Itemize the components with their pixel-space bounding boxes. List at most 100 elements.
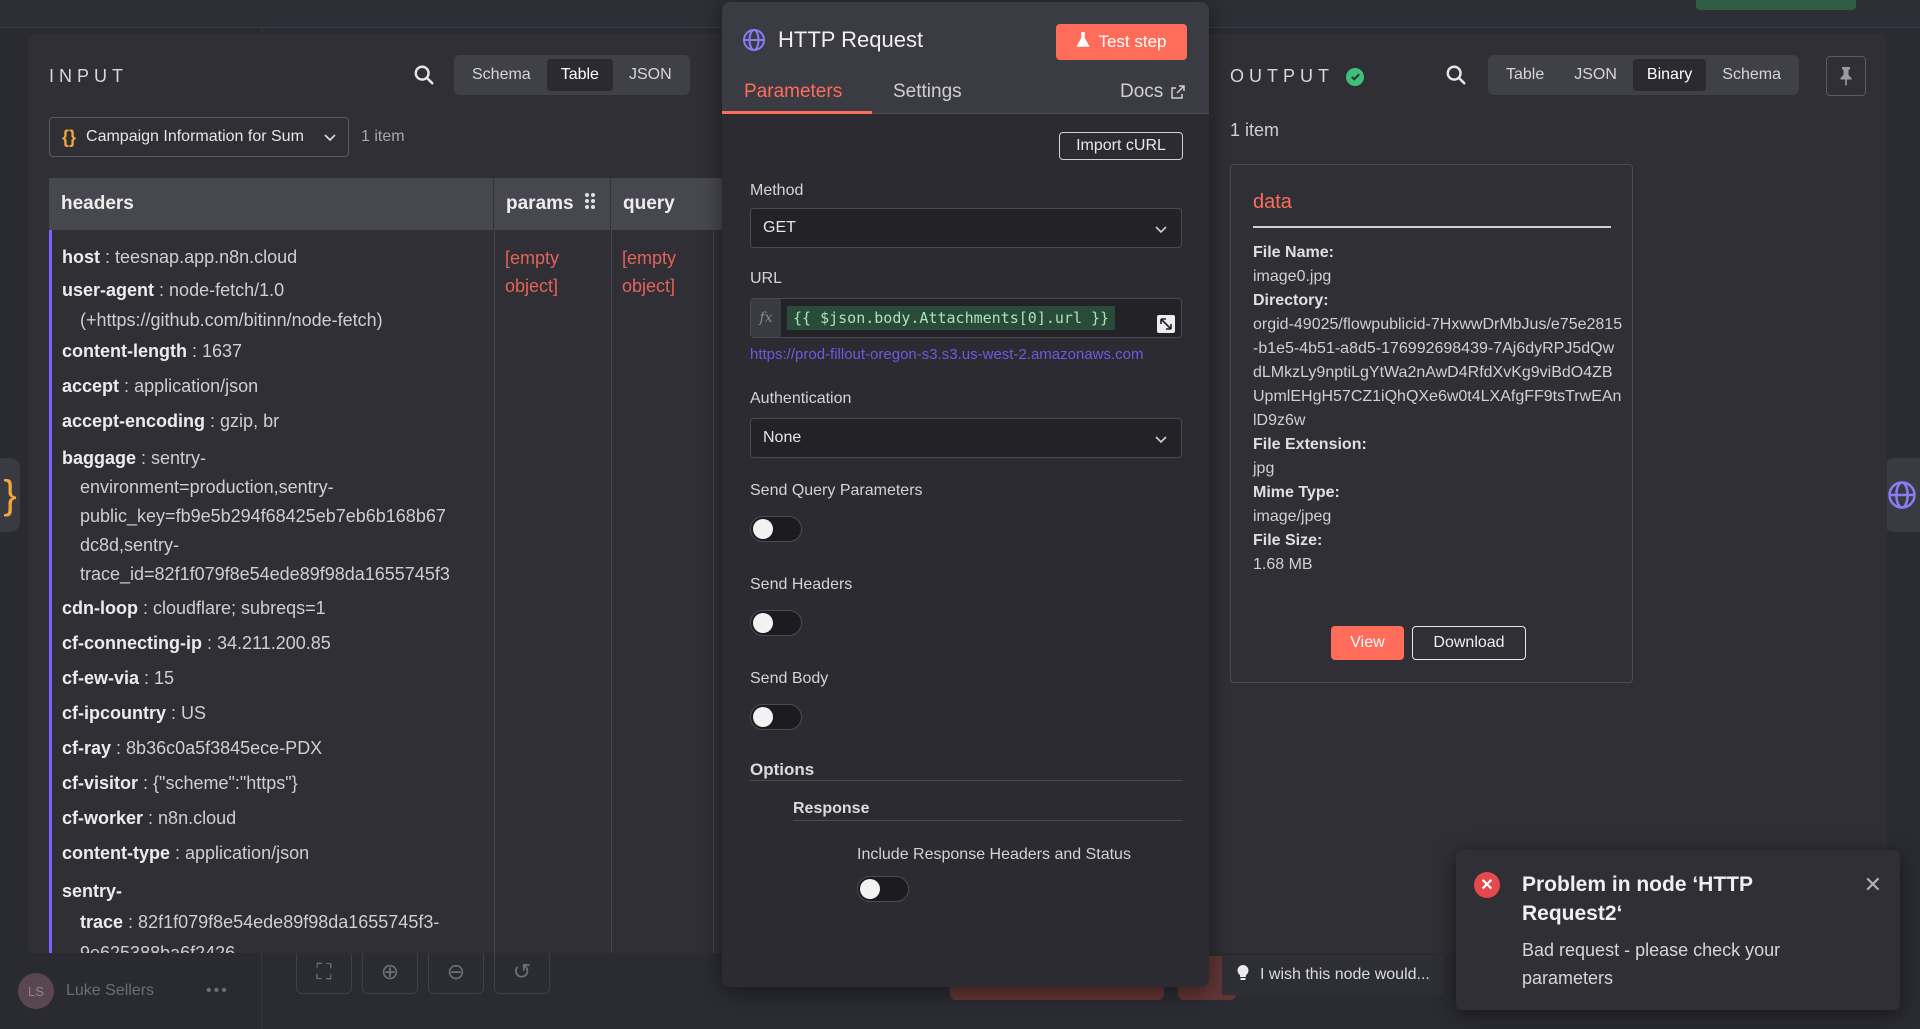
braces-icon: {} — [62, 126, 77, 147]
table-row: accept-encoding : gzip, br — [62, 411, 280, 431]
user-name: Luke Sellers — [66, 982, 155, 999]
error-icon: ✕ — [1474, 872, 1500, 898]
column-divider — [611, 230, 612, 953]
table-row: cf-connecting-ip : 34.211.200.85 — [62, 633, 331, 653]
send-body-toggle[interactable] — [750, 704, 802, 730]
tab-schema[interactable]: Schema — [1708, 59, 1795, 91]
include-headers-label: Include Response Headers and Status — [857, 846, 1131, 863]
send-query-toggle[interactable] — [750, 516, 802, 542]
download-button[interactable]: Download — [1412, 626, 1526, 660]
response-heading[interactable]: Response — [793, 800, 869, 818]
canvas-controls: ⛶ ⊕ ⊖ ↺ — [296, 950, 550, 994]
toast-message: Bad request - please check your paramete… — [1522, 940, 1781, 988]
tab-table[interactable]: Table — [1492, 59, 1558, 91]
table-row: cf-ew-via : 15 — [62, 668, 175, 688]
fit-view-icon[interactable]: ⛶ — [296, 950, 352, 994]
close-icon[interactable]: ✕ — [1864, 872, 1882, 898]
globe-icon — [743, 29, 765, 51]
output-item-count: 1 item — [1230, 120, 1280, 140]
send-headers-label: Send Headers — [750, 576, 853, 593]
tab-json[interactable]: JSON — [615, 59, 686, 91]
test-step-button[interactable]: Test step — [1056, 24, 1187, 60]
options-divider — [750, 780, 1182, 781]
table-row: cdn-loop : cloudflare; subreqs=1 — [62, 598, 326, 618]
tab-binary[interactable]: Binary — [1632, 59, 1707, 91]
chevron-down-icon — [1155, 226, 1167, 234]
node-title[interactable]: HTTP Request — [778, 27, 923, 53]
input-node-select[interactable]: {} Campaign Information for Sum — [49, 117, 349, 157]
view-button[interactable]: View — [1331, 626, 1404, 660]
table-row: accept : application/json — [62, 376, 259, 396]
method-select[interactable]: GET — [750, 208, 1182, 248]
binary-data-card: data File Name: image0.jpg Directory: orgi… — [1230, 164, 1633, 683]
more-icon[interactable]: ••• — [206, 982, 229, 1000]
error-toast: ✕ Problem in node ‘HTTP Request2‘ Bad re… — [1456, 850, 1900, 1010]
input-view-tabs: Schema Table JSON — [454, 55, 690, 95]
table-row: cf-visitor : {"scheme":"https"} — [62, 773, 298, 793]
table-row: sentry- trace : 82f1f079f8e54ede89f98da1… — [62, 881, 440, 953]
expand-icon[interactable] — [1157, 315, 1175, 333]
input-node-name: Campaign Information for Sum — [86, 128, 304, 145]
chevron-down-icon — [324, 134, 336, 142]
send-body-label: Send Body — [750, 670, 829, 687]
reset-zoom-icon[interactable]: ↺ — [494, 950, 550, 994]
save-button-bg — [1696, 0, 1856, 10]
include-headers-toggle[interactable] — [857, 876, 909, 902]
url-expression: {{ $json.body.Attachments[0].url }} — [787, 306, 1116, 330]
send-headers-toggle[interactable] — [750, 610, 802, 636]
zoom-out-icon[interactable]: ⊖ — [428, 950, 484, 994]
table-row: cf-ray : 8b36c0a5f3845ece-PDX — [62, 738, 323, 758]
column-divider — [713, 230, 714, 953]
authentication-select[interactable]: None — [750, 418, 1182, 458]
query-empty: [empty object] — [622, 248, 677, 296]
pin-icon — [1840, 67, 1852, 86]
column-headers: headers — [49, 178, 494, 230]
table-row: cf-worker : n8n.cloud — [62, 808, 237, 828]
tab-parameters[interactable]: Parameters — [744, 81, 842, 103]
user-menu[interactable]: LS Luke Sellers ••• — [18, 973, 229, 1009]
input-table-header: headers params query — [49, 178, 722, 230]
authentication-label: Authentication — [750, 390, 852, 407]
import-curl-button[interactable]: Import cURL — [1059, 132, 1183, 160]
drag-handle-icon[interactable] — [584, 192, 596, 216]
globe-node-icon[interactable] — [1884, 458, 1920, 532]
parameters-form: Import cURL Method GET URL fx {{ $json.b… — [722, 114, 1209, 987]
url-input[interactable]: fx {{ $json.body.Attachments[0].url }} — [750, 298, 1182, 338]
binary-metadata: File Name: image0.jpg Directory: orgid-490… — [1253, 244, 1623, 573]
search-icon[interactable] — [413, 64, 435, 86]
url-preview: https://prod-fillout-oregon-s3.s3.us-wes… — [750, 346, 1144, 363]
chevron-down-icon — [1155, 436, 1167, 444]
pin-data-button[interactable] — [1826, 56, 1866, 96]
title-divider — [1253, 226, 1611, 228]
tab-json[interactable]: JSON — [1560, 59, 1631, 91]
lightbulb-icon — [1236, 964, 1250, 987]
feedback-text: I wish this node would... — [1260, 966, 1430, 983]
braces-node-icon[interactable]: } — [0, 458, 20, 532]
input-table-body: [empty object] [empty object] host : teesn… — [49, 230, 722, 953]
method-label: Method — [750, 182, 804, 199]
output-title: OUTPUT — [1230, 66, 1364, 87]
options-heading: Options — [750, 760, 815, 779]
zoom-in-icon[interactable]: ⊕ — [362, 950, 418, 994]
success-check-icon — [1346, 67, 1364, 86]
output-view-tabs: Table JSON Binary Schema — [1488, 55, 1799, 95]
send-query-label: Send Query Parameters — [750, 482, 923, 499]
table-row: baggage : sentry- environment=production… — [62, 448, 450, 584]
table-row: content-type : application/json — [62, 843, 310, 863]
table-row: cf-ipcountry : US — [62, 703, 207, 723]
docs-link[interactable]: Docs — [1120, 81, 1186, 103]
tab-settings[interactable]: Settings — [893, 81, 962, 103]
table-row: content-length : 1637 — [62, 341, 243, 361]
input-item-count: 1 item — [361, 128, 405, 145]
flask-icon — [1076, 31, 1091, 53]
column-params[interactable]: params — [494, 178, 611, 230]
feedback-prompt[interactable]: I wish this node would... — [1222, 955, 1444, 995]
column-query: query — [623, 193, 675, 214]
tab-schema[interactable]: Schema — [458, 59, 545, 91]
url-label: URL — [750, 270, 783, 287]
binary-property-name: data — [1253, 191, 1292, 213]
params-empty: [empty object] — [505, 248, 560, 296]
search-icon[interactable] — [1445, 64, 1467, 86]
tab-table[interactable]: Table — [546, 59, 613, 91]
expression-icon: fx — [751, 299, 781, 337]
